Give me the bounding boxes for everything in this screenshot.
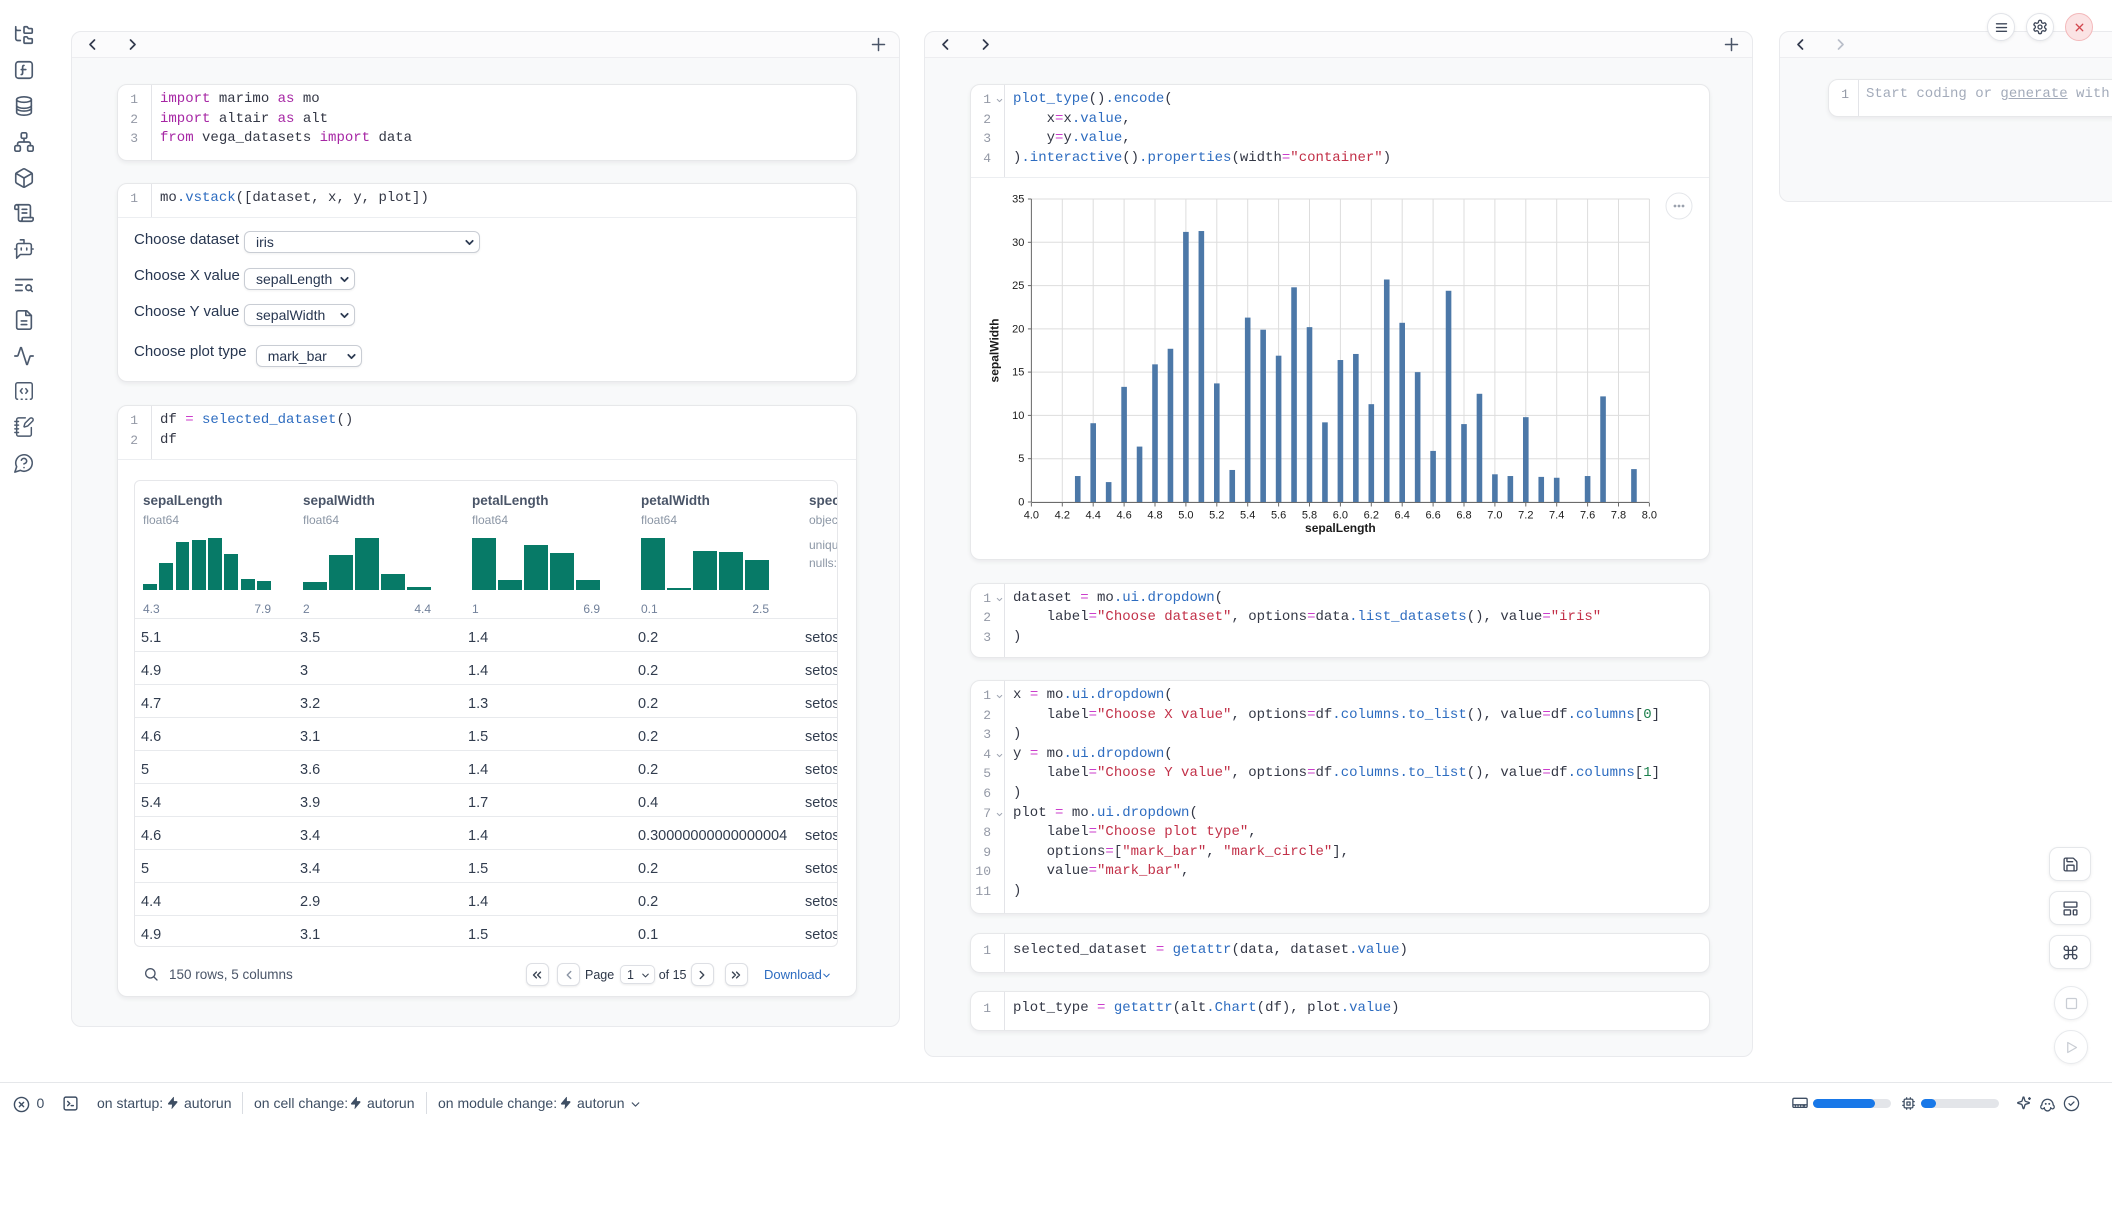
svg-text:15: 15 (1012, 367, 1024, 379)
svg-text:7.0: 7.0 (1487, 510, 1502, 522)
svg-text:sepalLength: sepalLength (1305, 521, 1376, 535)
svg-text:4.6: 4.6 (1116, 510, 1131, 522)
svg-text:7.2: 7.2 (1518, 510, 1533, 522)
svg-text:25: 25 (1012, 280, 1024, 292)
svg-text:6.8: 6.8 (1456, 510, 1471, 522)
svg-text:4.0: 4.0 (1024, 510, 1039, 522)
svg-text:sepalWidth: sepalWidth (988, 319, 1002, 383)
svg-text:6.6: 6.6 (1425, 510, 1440, 522)
svg-text:10: 10 (1012, 410, 1024, 422)
svg-text:7.4: 7.4 (1549, 510, 1564, 522)
svg-text:30: 30 (1012, 237, 1024, 249)
svg-text:6.0: 6.0 (1333, 510, 1348, 522)
svg-text:20: 20 (1012, 323, 1024, 335)
svg-text:5.2: 5.2 (1209, 510, 1224, 522)
svg-text:35: 35 (1012, 194, 1024, 206)
svg-text:8.0: 8.0 (1642, 510, 1657, 522)
svg-text:5: 5 (1018, 453, 1024, 465)
svg-text:4.4: 4.4 (1086, 510, 1101, 522)
svg-text:6.4: 6.4 (1395, 510, 1410, 522)
svg-text:0: 0 (1018, 497, 1024, 509)
svg-text:5.6: 5.6 (1271, 510, 1286, 522)
svg-text:6.2: 6.2 (1364, 510, 1379, 522)
svg-text:7.6: 7.6 (1580, 510, 1595, 522)
svg-text:5.0: 5.0 (1178, 510, 1193, 522)
svg-text:5.4: 5.4 (1240, 510, 1255, 522)
svg-text:4.8: 4.8 (1147, 510, 1162, 522)
svg-text:5.8: 5.8 (1302, 510, 1317, 522)
svg-text:7.8: 7.8 (1611, 510, 1626, 522)
svg-text:4.2: 4.2 (1055, 510, 1070, 522)
